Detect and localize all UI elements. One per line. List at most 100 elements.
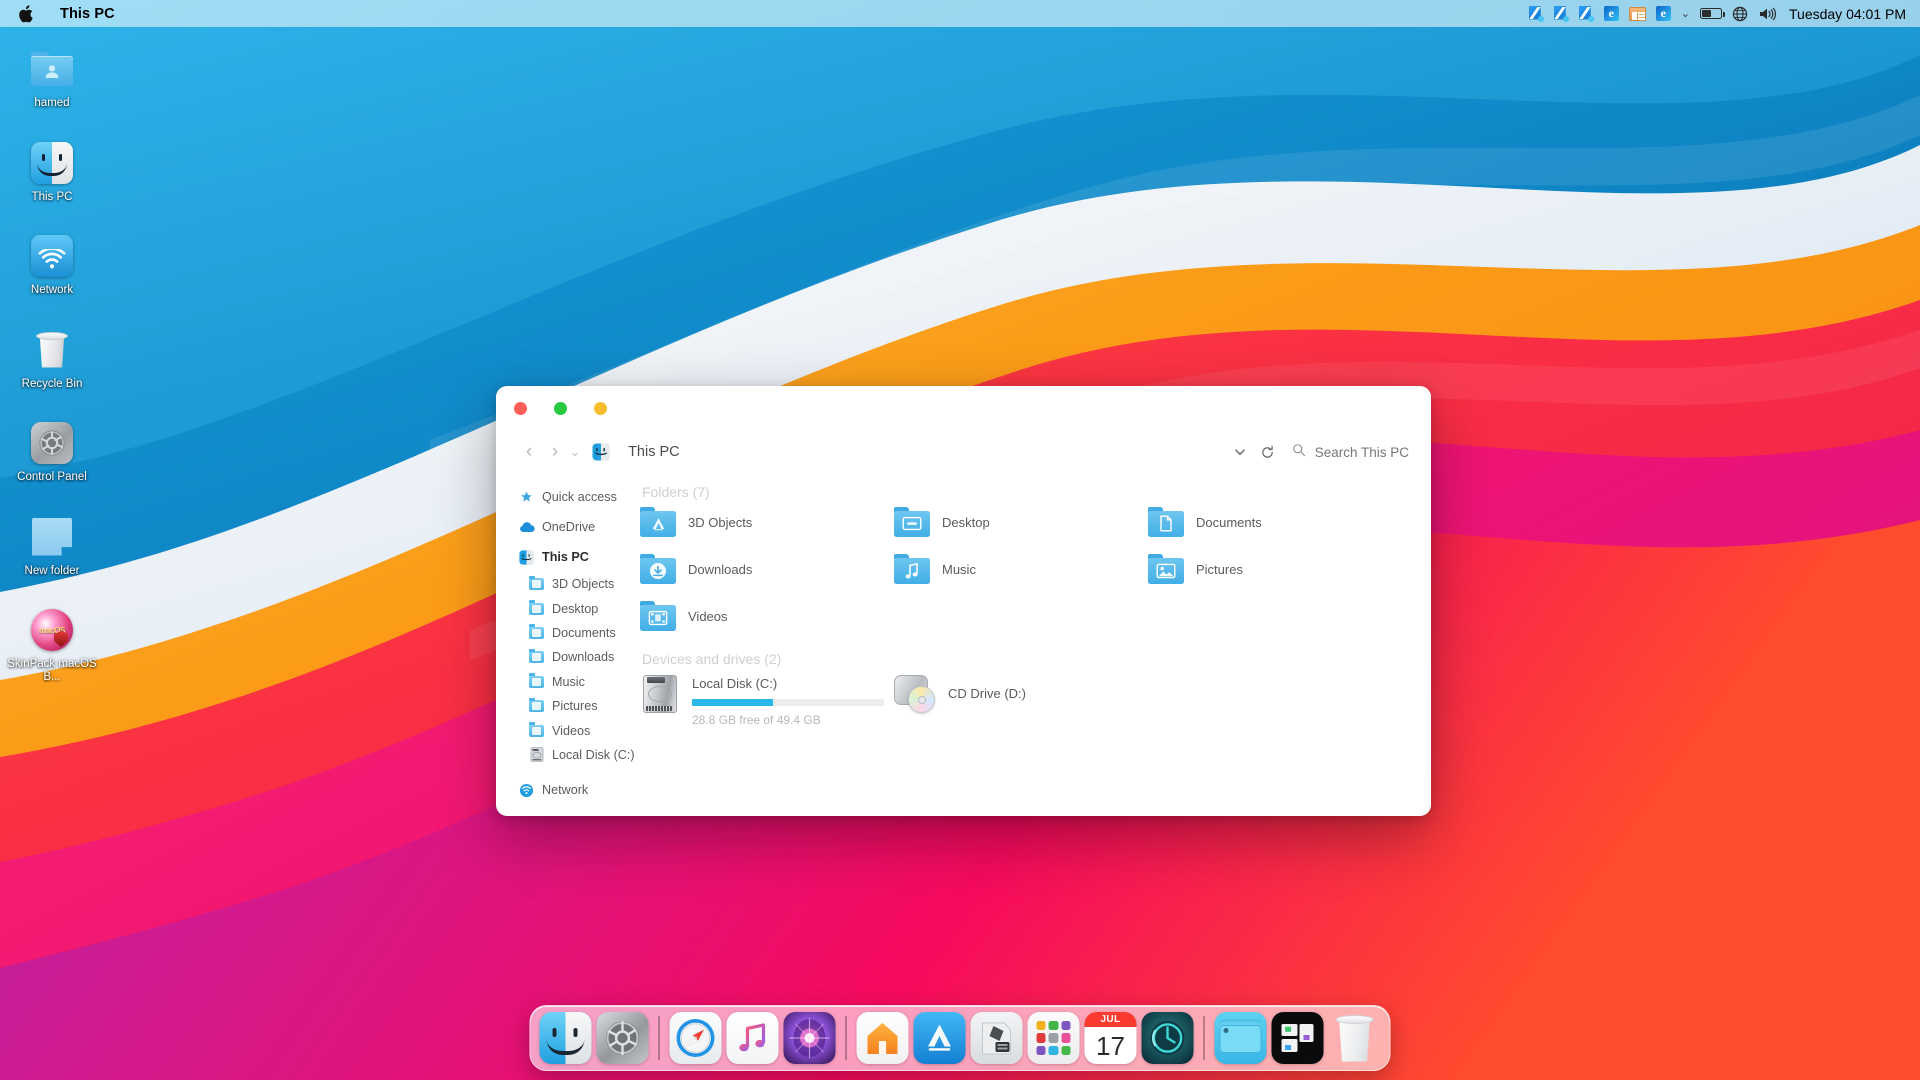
file-explorer-window[interactable]: ‹ › ⌄ This PC <box>496 386 1431 816</box>
recent-locations-chevron-icon[interactable]: ⌄ <box>570 445 580 459</box>
search-box[interactable]: Search This PC <box>1292 443 1409 462</box>
chevron-down-icon[interactable] <box>1226 439 1254 465</box>
drive-free-space: 28.8 GB free of 49.4 GB <box>692 713 884 727</box>
documents-icon <box>1148 507 1184 537</box>
dock-item-photos[interactable] <box>971 1012 1023 1064</box>
search-input[interactable]: Search This PC <box>1315 445 1409 460</box>
breadcrumb[interactable]: This PC <box>628 444 680 460</box>
pictures-icon <box>1148 554 1184 584</box>
dock-item-finder[interactable] <box>540 1012 592 1064</box>
sidebar-item-desktop[interactable]: Desktop <box>518 596 626 620</box>
finder-icon <box>29 140 75 186</box>
window-title-bar[interactable] <box>496 386 1431 432</box>
desktop-icon-label: hamed <box>34 97 69 110</box>
hard-drive-icon <box>528 746 545 763</box>
folder-item-3d-objects[interactable]: 3D Objects <box>640 507 894 537</box>
dock-item-siri[interactable] <box>784 1012 836 1064</box>
dock[interactable]: JUL 17 <box>530 1005 1391 1071</box>
desktop-icon-control-panel[interactable]: Control Panel <box>0 418 104 484</box>
back-button[interactable]: ‹ <box>516 439 542 465</box>
desktop-icon-label: SkinPack macOS B... <box>2 658 102 683</box>
file-explorer-icon[interactable] <box>1624 0 1651 27</box>
chevron-down-icon[interactable]: ⌄ <box>1676 0 1695 27</box>
dock-item-mission-control[interactable] <box>1272 1012 1324 1064</box>
volume-icon[interactable] <box>1753 0 1781 27</box>
drive-item-cd-drive-d[interactable]: CD Drive (D:) <box>894 674 1148 727</box>
desktop-icon-this-pc[interactable]: This PC <box>0 138 104 204</box>
folder-item-music[interactable]: Music <box>894 554 1148 584</box>
menu-bar-clock[interactable]: Tuesday 04:01 PM <box>1789 6 1906 22</box>
explorer-toolbar: ‹ › ⌄ This PC <box>496 432 1431 472</box>
folder-item-videos[interactable]: Videos <box>640 601 894 631</box>
sidebar-item-quick-access[interactable]: Quick access <box>518 482 626 512</box>
finder-icon <box>518 549 535 566</box>
folder-icon <box>528 698 545 715</box>
hard-drive-icon <box>640 674 682 714</box>
desktop-icon-label: Recycle Bin <box>22 378 83 391</box>
sidebar-item-music[interactable]: Music <box>518 670 626 694</box>
downloads-icon <box>640 554 676 584</box>
dock-item-trash[interactable] <box>1329 1012 1381 1064</box>
menu-bar-left: This PC <box>0 0 115 27</box>
close-button[interactable] <box>514 402 527 415</box>
desktop-icon-label: Control Panel <box>17 471 87 484</box>
forward-button[interactable]: › <box>542 439 568 465</box>
dock-item-stacks[interactable] <box>1215 1012 1267 1064</box>
dock-item-launchpad[interactable] <box>1028 1012 1080 1064</box>
sidebar-item-documents[interactable]: Documents <box>518 621 626 645</box>
sidebar-item-label: Documents <box>552 626 616 640</box>
drives-section-heading: Devices and drives (2) <box>642 651 1431 667</box>
folder-item-label: Pictures <box>1196 562 1243 577</box>
sidebar-item-label: Videos <box>552 724 590 738</box>
battery-icon[interactable] <box>1695 0 1727 27</box>
edge-icon-2[interactable]: e <box>1651 0 1676 27</box>
cd-drive-icon <box>894 674 938 714</box>
desktop-icon-hamed[interactable]: hamed <box>0 44 104 110</box>
desktop-icon-column: hamed This PC Network Recycle Bin <box>0 44 110 711</box>
sidebar-item-videos[interactable]: Videos <box>518 718 626 742</box>
videos-icon <box>640 601 676 631</box>
minimize-button[interactable] <box>554 402 567 415</box>
devtool-icon-2[interactable] <box>1549 0 1574 27</box>
devtool-icon-1[interactable] <box>1524 0 1549 27</box>
folder-item-downloads[interactable]: Downloads <box>640 554 894 584</box>
dock-separator-1 <box>659 1016 660 1060</box>
maximize-button[interactable] <box>594 402 607 415</box>
folder-item-label: Desktop <box>942 515 990 530</box>
sidebar-item-this-pc[interactable]: This PC <box>518 542 626 572</box>
user-folder-icon <box>29 46 75 92</box>
folder-item-desktop[interactable]: Desktop <box>894 507 1148 537</box>
dock-item-time-machine[interactable] <box>1142 1012 1194 1064</box>
desktop-icon-network[interactable]: Network <box>0 231 104 297</box>
desktop-icon-new-folder[interactable]: New folder <box>0 512 104 578</box>
star-icon <box>518 489 535 506</box>
sidebar-item-label: Quick access <box>542 490 617 504</box>
drive-item-local-disk-c[interactable]: Local Disk (C:) 28.8 GB free of 49.4 GB <box>640 674 894 727</box>
sidebar-item-downloads[interactable]: Downloads <box>518 645 626 669</box>
dock-item-calendar[interactable]: JUL 17 <box>1085 1012 1137 1064</box>
dock-item-home[interactable] <box>857 1012 909 1064</box>
sidebar-item-local-disk-c[interactable]: Local Disk (C:) <box>518 743 626 767</box>
calendar-day: 17 <box>1096 1027 1125 1064</box>
desktop-icon-recycle-bin[interactable]: Recycle Bin <box>0 325 104 391</box>
dock-item-music[interactable] <box>727 1012 779 1064</box>
sidebar-item-3d-objects[interactable]: 3D Objects <box>518 572 626 596</box>
sidebar-item-pictures[interactable]: Pictures <box>518 694 626 718</box>
sidebar-item-network[interactable]: Network <box>518 775 626 805</box>
apple-logo-icon[interactable] <box>14 0 36 27</box>
folder-item-pictures[interactable]: Pictures <box>1148 554 1402 584</box>
control-panel-icon <box>29 420 75 466</box>
folder-item-documents[interactable]: Documents <box>1148 507 1402 537</box>
sidebar-item-onedrive[interactable]: OneDrive <box>518 512 626 542</box>
devtool-icon-3[interactable] <box>1574 0 1599 27</box>
sidebar-item-label: Downloads <box>552 650 614 664</box>
dock-item-system-preferences[interactable] <box>597 1012 649 1064</box>
drive-label: Local Disk (C:) <box>692 676 884 691</box>
desktop-icon-skinpack[interactable]: macOS SkinPack macOS B... <box>0 605 104 683</box>
refresh-icon[interactable] <box>1254 439 1282 465</box>
dock-item-app-store[interactable] <box>914 1012 966 1064</box>
network-globe-icon[interactable] <box>1727 0 1753 27</box>
edge-icon-1[interactable]: e <box>1599 0 1624 27</box>
dock-item-safari[interactable] <box>670 1012 722 1064</box>
sidebar-item-label: OneDrive <box>542 520 595 534</box>
